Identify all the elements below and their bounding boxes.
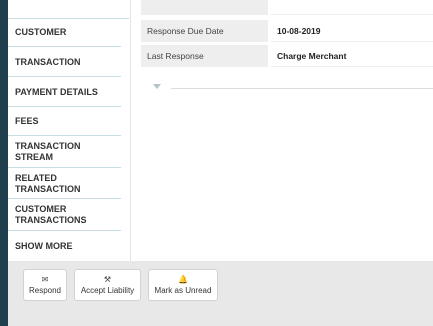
section-divider [171, 88, 433, 89]
accept-liability-label: Accept Liability [80, 285, 135, 295]
sidebar-item-transaction[interactable]: TRANSACTION [8, 48, 121, 77]
detail-panel: Response Due Date 10-08-2019 Last Respon… [131, 0, 433, 261]
field-label: Response Due Date [141, 20, 268, 42]
sidebar-item-show-more[interactable]: SHOW MORE [8, 232, 121, 260]
respond-button[interactable]: ✉ Respond [23, 269, 67, 301]
field-label [141, 0, 268, 15]
field-label: Last Response [141, 45, 268, 67]
envelope-icon: ✉ [41, 274, 49, 284]
action-footer: ✉ Respond ⚒ Accept Liability 🔔 Mark as U… [8, 261, 433, 326]
field-row-last-response: Last Response Charge Merchant [141, 45, 433, 67]
accept-liability-button[interactable]: ⚒ Accept Liability [74, 269, 141, 301]
sidebar-item-label-line2: STREAM [15, 152, 53, 162]
section-collapse-toggle[interactable] [151, 82, 433, 94]
sidebar-item-label: PAYMENT DETAILS [15, 86, 98, 97]
sidebar-item-label: CUSTOMER [15, 204, 67, 214]
sidebar-item-payment-details[interactable]: PAYMENT DETAILS [8, 78, 121, 107]
field-value: 10-08-2019 [271, 20, 433, 42]
left-edge-strip [0, 0, 8, 326]
chevron-down-icon[interactable] [153, 84, 161, 89]
sidebar-item-label-line2: TRANSACTIONS [15, 215, 87, 225]
mark-as-unread-label: Mark as Unread [154, 285, 212, 295]
sidebar-item-label: CUSTOMER [15, 27, 67, 37]
sidebar-item-cut-off[interactable] [8, 0, 129, 19]
sidebar-item-label: FEES [15, 116, 39, 126]
sidebar-item-related-transaction[interactable]: RELATED TRANSACTION [8, 169, 121, 199]
sidebar-item-transaction-stream[interactable]: TRANSACTION STREAM [8, 137, 121, 168]
sidebar-item-label: SHOW MORE [15, 240, 73, 251]
sidebar-item-label: TRANSACTION [15, 56, 81, 67]
sidebar-item-label: TRANSACTION [15, 141, 81, 151]
sidebar-item-fees[interactable]: FEES [8, 108, 121, 136]
sidebar-item-label-line2: TRANSACTION [15, 183, 81, 194]
gavel-icon: ⚒ [103, 274, 112, 284]
respond-label: Respond [28, 285, 62, 295]
sidebar-item-label: RELATED [15, 172, 57, 183]
field-value [271, 0, 433, 15]
mark-as-unread-button[interactable]: 🔔 Mark as Unread [148, 269, 218, 301]
bell-icon: 🔔 [178, 274, 188, 284]
field-value: Charge Merchant [271, 45, 433, 67]
sidebar-item-customer-transactions[interactable]: CUSTOMER TRANSACTIONS [8, 200, 121, 231]
field-row-response-due-date: Response Due Date 10-08-2019 [141, 20, 433, 42]
field-row-cut-off [141, 0, 433, 15]
sidebar-item-customer[interactable]: CUSTOMER [8, 19, 121, 47]
